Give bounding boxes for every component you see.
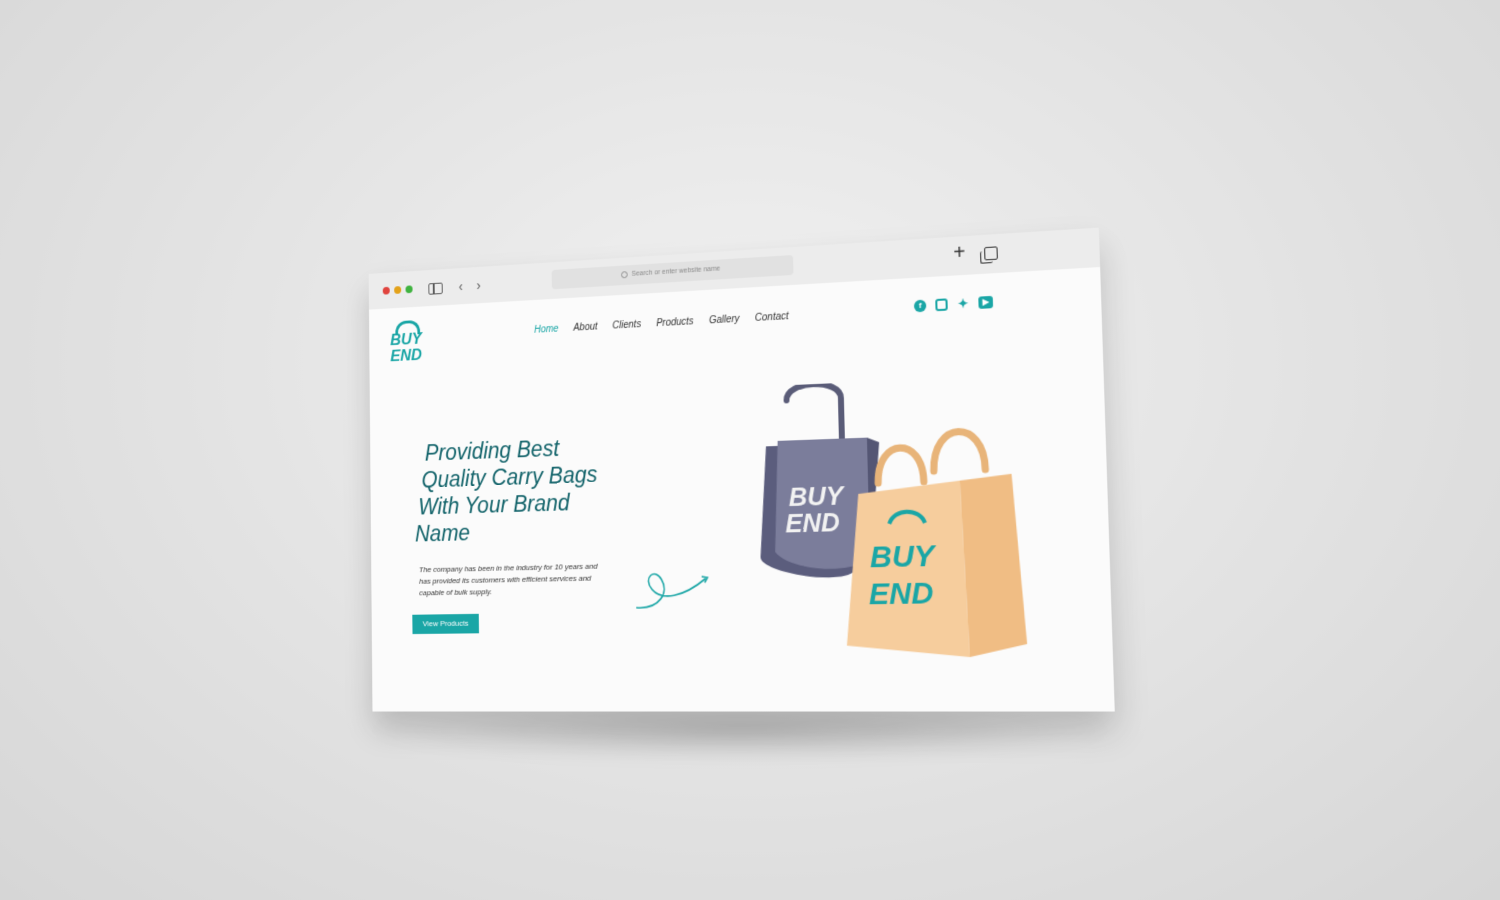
light-bag-text-2: END [868, 576, 933, 612]
maximize-window-button[interactable] [405, 285, 413, 294]
view-products-button[interactable]: View Products [412, 613, 480, 635]
youtube-icon[interactable]: ▶ [978, 295, 994, 309]
nav-products[interactable]: Products [656, 316, 694, 329]
shopping-bags-illustration: BUY END BUY END [758, 374, 1028, 658]
tab-overview-icon[interactable] [984, 246, 998, 261]
nav-about[interactable]: About [573, 322, 597, 334]
dark-bag-text-2: END [785, 508, 840, 538]
social-links: f ✦ ▶ [913, 295, 994, 313]
sidebar-toggle-icon[interactable] [428, 282, 443, 295]
facebook-icon[interactable]: f [913, 299, 927, 313]
twitter-icon[interactable]: ✦ [957, 296, 970, 311]
nav-clients[interactable]: Clients [612, 319, 641, 331]
new-tab-icon[interactable]: + [953, 241, 966, 264]
hero-description: The company has been in the industry for… [418, 561, 598, 598]
hero-title-line-4: Name [414, 519, 471, 547]
instagram-icon[interactable] [935, 298, 948, 312]
forward-icon[interactable]: › [476, 275, 480, 294]
decorative-swirl-icon [631, 556, 718, 617]
hero-title: Providing Best Quality Carry Bags With Y… [415, 430, 666, 547]
brand-logo[interactable]: BUY END [388, 319, 427, 369]
search-icon [621, 270, 628, 279]
nav-home[interactable]: Home [534, 324, 559, 336]
light-bag-text-1: BUY [870, 539, 938, 575]
browser-window: ‹ › Search or enter website name + BUY E… [368, 227, 1115, 712]
close-window-button[interactable] [382, 286, 390, 295]
minimize-window-button[interactable] [394, 286, 402, 295]
main-nav: Home About Clients Products Gallery Cont… [534, 311, 789, 336]
address-bar[interactable]: Search or enter website name [551, 254, 794, 290]
back-icon[interactable]: ‹ [459, 277, 463, 296]
nav-contact[interactable]: Contact [755, 311, 789, 324]
nav-gallery[interactable]: Gallery [709, 314, 740, 327]
logo-line-2: END [390, 345, 423, 366]
address-placeholder: Search or enter website name [631, 265, 721, 278]
scene: ‹ › Search or enter website name + BUY E… [0, 0, 1500, 900]
website-page: BUY END Home About Clients Products Gall… [368, 267, 1115, 712]
